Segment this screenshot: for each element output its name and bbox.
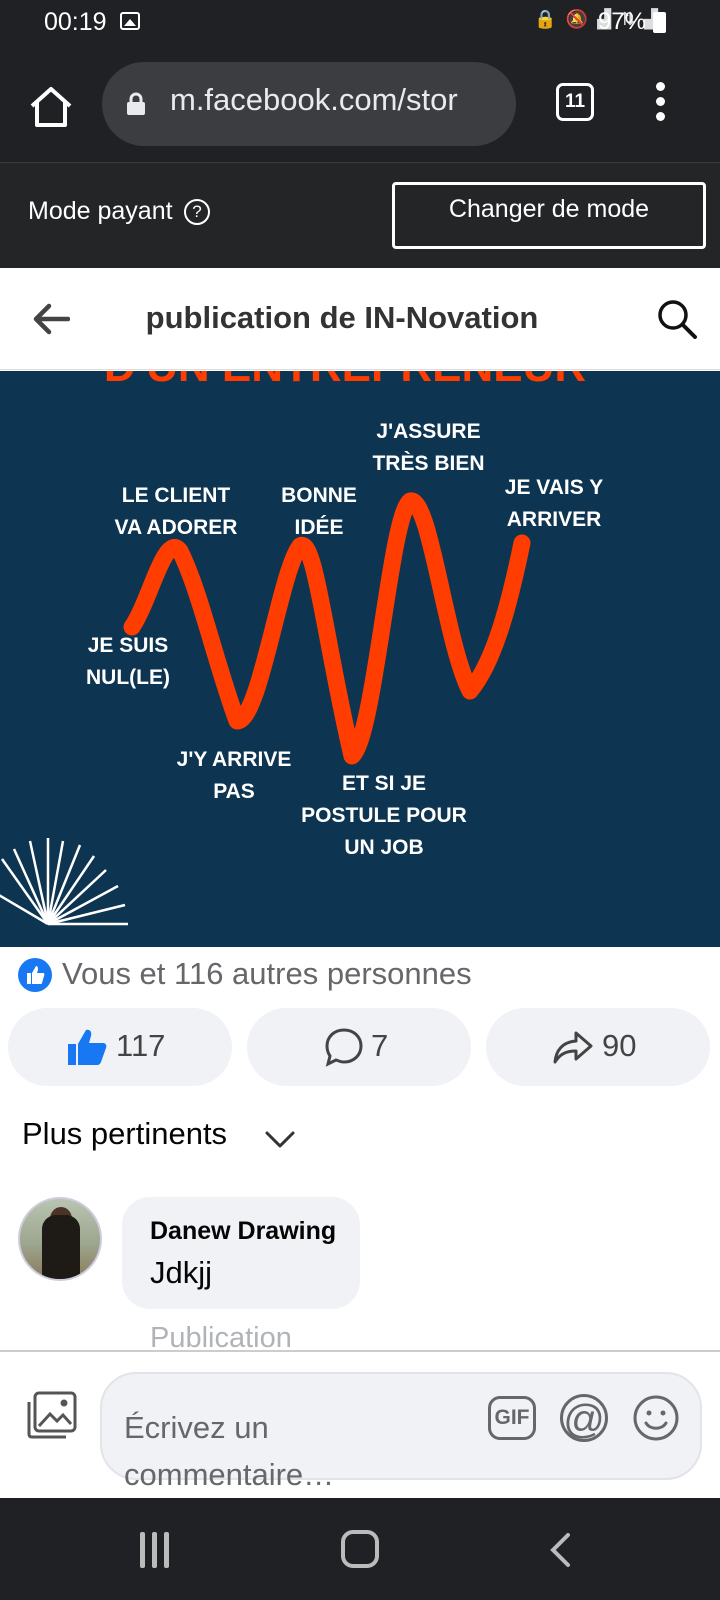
home-icon[interactable] [26, 82, 76, 132]
comment-input[interactable]: Écrivez un commentaire… GIF @ [100, 1372, 702, 1492]
like-count: 117 [116, 1028, 166, 1063]
lock-icon [127, 92, 145, 115]
help-icon[interactable]: ? [184, 199, 210, 225]
search-icon[interactable] [656, 298, 698, 340]
chevron-down-icon[interactable] [264, 1128, 296, 1150]
label-bonne-idee: BONNE IDÉE [281, 484, 357, 539]
emoji-icon[interactable] [632, 1394, 680, 1442]
comment-button[interactable]: 7 [247, 1008, 471, 1086]
tab-switcher-button[interactable]: 11 [556, 83, 594, 121]
comment-composer: Écrivez un commentaire… GIF @ [0, 1350, 720, 1498]
share-button[interactable]: 90 [486, 1008, 710, 1086]
gif-button[interactable]: GIF [488, 1396, 536, 1440]
page-header: publication de IN-Novation [0, 268, 720, 370]
data-mode-bar: Mode payant ? Changer de mode [0, 162, 720, 268]
page-title: publication de IN-Novation [145, 300, 539, 335]
back-nav-icon[interactable] [548, 1532, 572, 1568]
label-client: LE CLIENT VA ADORER [114, 484, 238, 539]
system-navigation-bar [0, 1498, 720, 1600]
label-nul: JE SUIS NUL(LE) [86, 634, 170, 689]
label-arrive-pas: J'Y ARRIVE PAS [176, 748, 292, 803]
comment-count: 7 [371, 1028, 389, 1063]
change-mode-button[interactable]: Changer de mode [392, 182, 706, 249]
sunburst-decoration [0, 838, 128, 926]
cut-heading: D'UN ENTREPRENEUR [104, 371, 586, 391]
url-text: m.facebook.com/stor [170, 82, 458, 117]
address-bar[interactable]: m.facebook.com/stor [102, 62, 516, 146]
reactions-summary[interactable]: Vous et 116 autres personnes [18, 955, 708, 992]
comment-item: Danew Drawing Jdkjj [18, 1197, 708, 1309]
share-icon [553, 1031, 593, 1064]
comment-placeholder: Écrivez un commentaire… [124, 1410, 335, 1492]
label-postule: ET SI JE POSTULE POUR UN JOB [301, 772, 467, 859]
reactions-text: Vous et 116 autres personnes [62, 956, 472, 991]
label-assure: J'ASSURE TRÈS BIEN [372, 420, 485, 475]
recents-icon[interactable] [140, 1532, 176, 1568]
battery-icon [653, 12, 666, 33]
home-nav-icon[interactable] [341, 1530, 379, 1568]
comment-author[interactable]: Danew Drawing [150, 1217, 336, 1246]
battery-level: 97% [597, 8, 646, 35]
like-reaction-icon [18, 958, 52, 992]
like-button[interactable]: 117 [8, 1008, 232, 1086]
image-notification-icon [120, 12, 140, 30]
post-image[interactable]: D'UN ENTREPRENEUR LE CLIENT VA ADORER JE… [0, 371, 720, 947]
avatar[interactable] [18, 1197, 102, 1281]
share-count: 90 [602, 1028, 637, 1063]
mode-label: Mode payant [28, 197, 173, 225]
more-menu-icon[interactable] [650, 82, 670, 126]
mention-icon[interactable]: @ [560, 1394, 608, 1442]
comment-sort-dropdown[interactable]: Plus pertinents [22, 1116, 227, 1152]
comment-text: Jdkjj [150, 1255, 213, 1290]
comment-bubble[interactable]: Danew Drawing Jdkjj [122, 1197, 360, 1309]
status-time: 00:19 [44, 8, 107, 36]
comment-icon [325, 1028, 363, 1067]
browser-toolbar: m.facebook.com/stor 11 [0, 46, 720, 162]
label-arriver: JE VAIS Y ARRIVER [504, 476, 604, 531]
thumbs-up-icon [68, 1029, 107, 1065]
photo-icon[interactable] [26, 1390, 78, 1440]
status-bar: 00:19 🔒 🔕 ▟ ⇅ ▟ 97% [0, 0, 720, 46]
